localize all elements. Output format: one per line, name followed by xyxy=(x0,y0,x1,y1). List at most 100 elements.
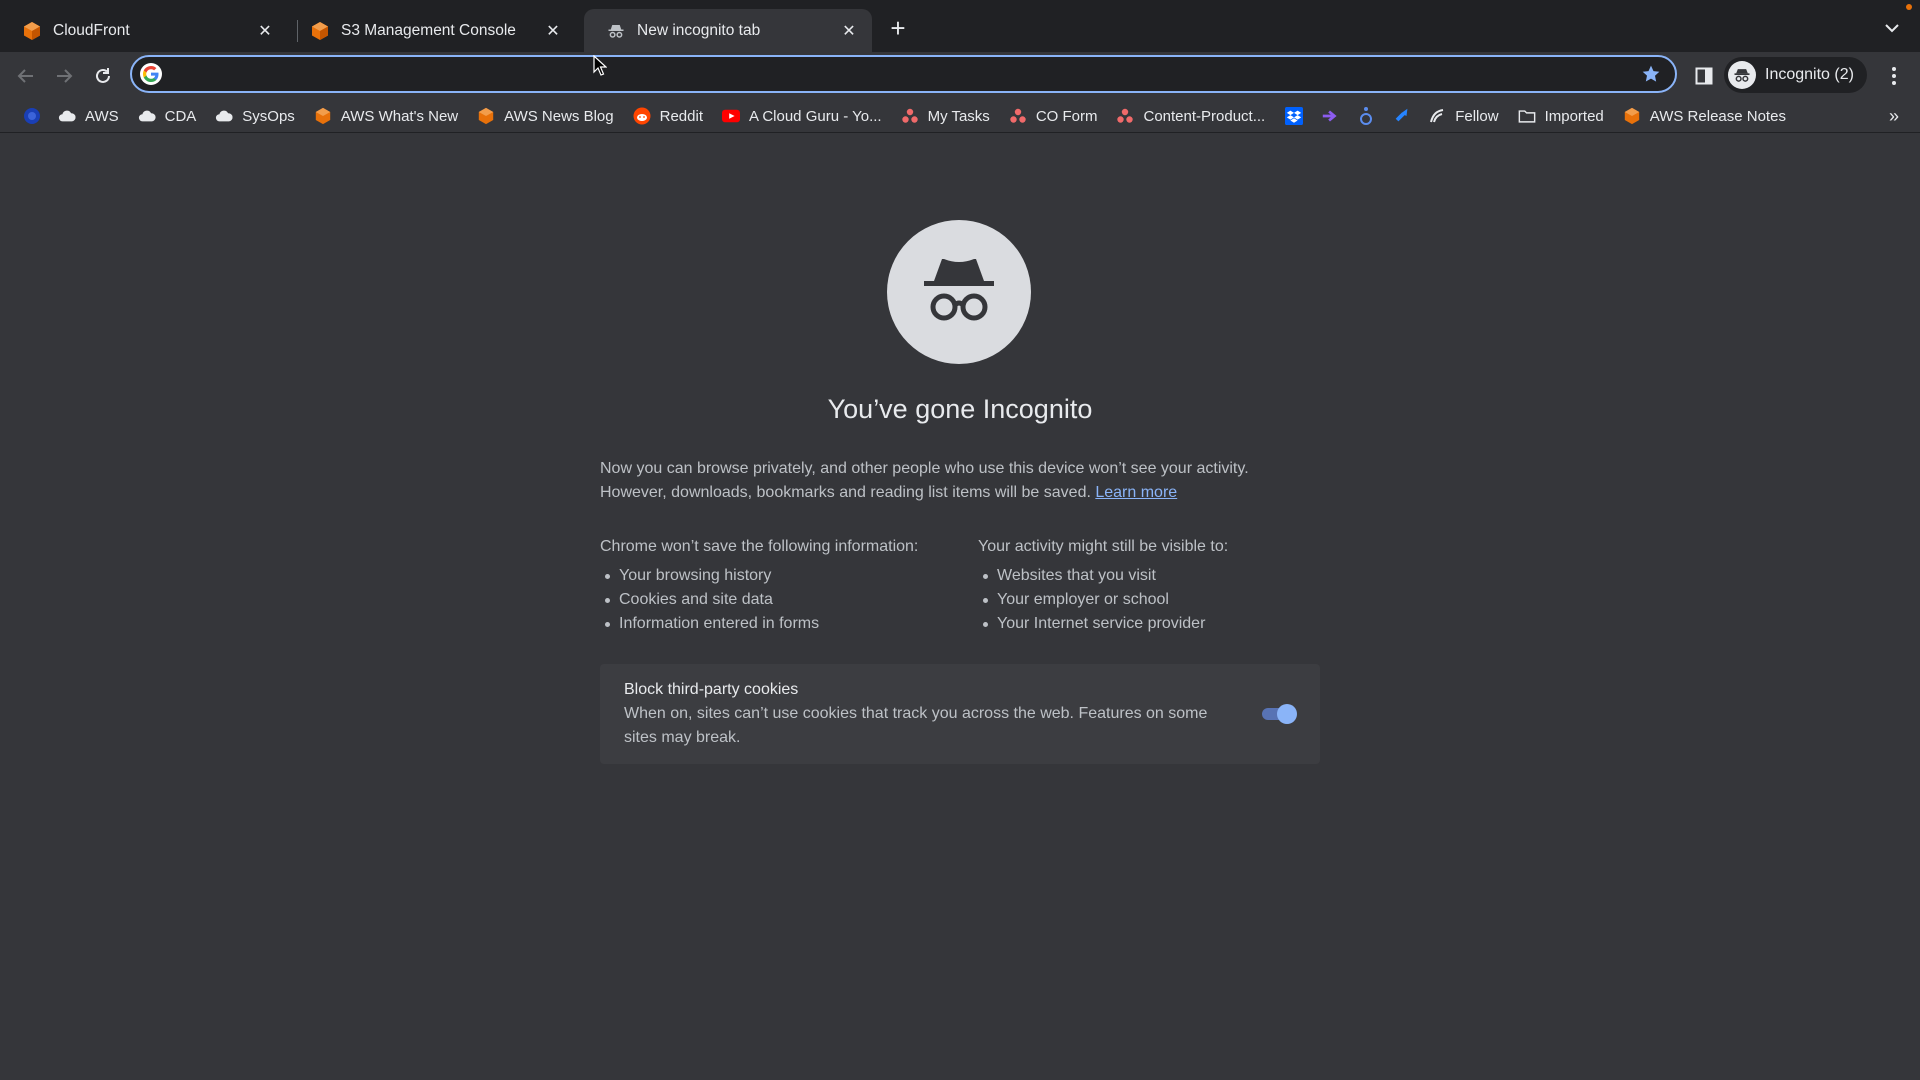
incognito-logo-icon xyxy=(887,220,1031,364)
blue-circle-icon xyxy=(23,107,41,125)
not-saved-list: Your browsing history Cookies and site d… xyxy=(600,564,970,636)
list-item: Your Internet service provider xyxy=(978,612,1348,636)
close-tab-icon[interactable]: ✕ xyxy=(256,22,274,40)
mouse-cursor-icon xyxy=(593,55,607,76)
jira-icon xyxy=(1393,107,1411,125)
bookmark-label: Imported xyxy=(1544,107,1604,125)
bookmark-my-tasks[interactable]: My Tasks xyxy=(895,102,997,130)
bookmark-cda[interactable]: CDA xyxy=(132,102,204,130)
bookmark-aws-release-notes[interactable]: AWS Release Notes xyxy=(1617,102,1793,130)
bookmark-jira[interactable] xyxy=(1386,102,1418,130)
bookmark-reddit[interactable]: Reddit xyxy=(627,102,710,130)
reddit-icon xyxy=(633,107,651,125)
purple-arrow-icon xyxy=(1321,107,1339,125)
bookmark-dropbox[interactable] xyxy=(1278,102,1310,130)
aws-cube-icon xyxy=(310,21,330,41)
block-cookies-toggle[interactable] xyxy=(1260,704,1297,724)
aws-cube-icon xyxy=(477,107,495,125)
bookmarks-overflow-chevron-icon[interactable]: » xyxy=(1880,102,1908,130)
bookmark-blue-circle[interactable] xyxy=(16,102,48,130)
bookmark-aws-news-blog[interactable]: AWS News Blog xyxy=(471,102,620,130)
toggle-knob xyxy=(1277,704,1297,724)
tab-new-incognito[interactable]: New incognito tab ✕ xyxy=(584,9,872,52)
youtube-icon xyxy=(721,107,740,125)
back-arrow-icon xyxy=(17,69,33,83)
bookmark-star-icon[interactable] xyxy=(1637,60,1665,88)
cloud-icon xyxy=(138,107,156,125)
bookmark-label: AWS News Blog xyxy=(504,107,614,125)
list-item: Your browsing history xyxy=(600,564,970,588)
list-item: Cookies and site data xyxy=(600,588,970,612)
back-button[interactable] xyxy=(12,62,40,90)
asana-icon xyxy=(901,107,919,125)
aws-cube-icon xyxy=(314,107,332,125)
bookmark-co-form[interactable]: CO Form xyxy=(1003,102,1105,130)
aws-cube-icon xyxy=(22,21,42,41)
bookmark-a-cloud-guru[interactable]: A Cloud Guru - Yo... xyxy=(716,102,889,130)
new-tab-button[interactable]: + xyxy=(884,13,912,43)
reload-button[interactable] xyxy=(89,62,117,90)
list-item: Websites that you visit xyxy=(978,564,1348,588)
bookmark-fellow[interactable]: Fellow xyxy=(1422,102,1505,130)
side-panel-button[interactable] xyxy=(1690,62,1718,90)
cookie-card-title: Block third-party cookies xyxy=(624,681,799,698)
address-input[interactable] xyxy=(162,57,1637,91)
cloud-icon xyxy=(58,107,76,125)
incognito-profile-chip[interactable]: Incognito (2) xyxy=(1724,57,1867,93)
tab-cloudfront[interactable]: CloudFront ✕ xyxy=(0,9,288,52)
dropbox-icon xyxy=(1285,107,1304,125)
google-g-icon xyxy=(140,63,162,85)
bookmark-label: A Cloud Guru - Yo... xyxy=(748,107,882,125)
fellow-icon xyxy=(1428,107,1446,125)
recording-indicator xyxy=(1906,4,1912,10)
more-vertical-icon xyxy=(1892,67,1896,85)
tab-strip: CloudFront ✕ S3 Management Console ✕ New… xyxy=(0,0,1920,52)
forward-button[interactable] xyxy=(50,62,78,90)
asana-icon xyxy=(1009,107,1027,125)
learn-more-link[interactable]: Learn more xyxy=(1095,484,1177,501)
not-saved-section: Chrome won’t save the following informat… xyxy=(600,535,970,636)
intro-text: Now you can browse privately, and other … xyxy=(600,457,1320,505)
still-visible-title: Your activity might still be visible to: xyxy=(978,538,1229,555)
incognito-page: You’ve gone Incognito Now you can browse… xyxy=(0,134,1920,1080)
bookmark-label: Fellow xyxy=(1455,107,1499,125)
close-tab-icon[interactable]: ✕ xyxy=(840,22,858,40)
asana-icon xyxy=(1116,107,1134,125)
third-party-cookies-card: Block third-party cookies When on, sites… xyxy=(600,664,1320,764)
folder-icon xyxy=(1518,107,1536,125)
bookmark-label: My Tasks xyxy=(927,107,990,125)
reload-icon xyxy=(96,68,110,83)
close-tab-icon[interactable]: ✕ xyxy=(544,22,562,40)
bookmark-label: AWS Release Notes xyxy=(1649,107,1786,125)
cookie-card-description: When on, sites can’t use cookies that tr… xyxy=(624,705,1208,746)
accessibility-icon xyxy=(1357,107,1375,125)
bookmark-label: CDA xyxy=(164,107,197,125)
list-item: Information entered in forms xyxy=(600,612,970,636)
intro-line-1: Now you can browse privately, and other … xyxy=(600,460,1249,477)
bookmark-aws[interactable]: AWS xyxy=(52,102,126,130)
bookmarks-bar: AWS CDA SysOps AWS What's New AWS News B… xyxy=(0,100,1920,133)
bookmark-folder-imported[interactable]: Imported xyxy=(1512,102,1611,130)
chrome-menu-button[interactable] xyxy=(1880,62,1908,90)
tab-search-chevron-icon[interactable] xyxy=(1880,16,1904,40)
toolbar: Incognito (2) xyxy=(0,52,1920,100)
bookmark-label: AWS What's New xyxy=(340,107,459,125)
tab-title: CloudFront xyxy=(53,21,130,39)
tab-s3-management-console[interactable]: S3 Management Console ✕ xyxy=(288,9,576,52)
side-panel-icon xyxy=(1695,67,1713,85)
bookmark-content-product[interactable]: Content-Product... xyxy=(1110,102,1272,130)
cloud-icon xyxy=(215,107,233,125)
incognito-icon xyxy=(606,21,626,41)
bookmark-purple-arrow[interactable] xyxy=(1314,102,1346,130)
bookmark-aws-whats-new[interactable]: AWS What's New xyxy=(308,102,465,130)
bookmark-label: CO Form xyxy=(1035,107,1098,125)
forward-arrow-icon xyxy=(57,69,73,83)
not-saved-title: Chrome won’t save the following informat… xyxy=(600,538,919,555)
bookmark-accessibility[interactable] xyxy=(1350,102,1382,130)
aws-cube-icon xyxy=(1623,107,1641,125)
bookmark-sysops[interactable]: SysOps xyxy=(209,102,302,130)
tab-title: S3 Management Console xyxy=(341,21,516,39)
omnibox[interactable] xyxy=(130,55,1677,93)
intro-line-2: However, downloads, bookmarks and readin… xyxy=(600,484,1091,501)
bookmark-label: AWS xyxy=(85,107,119,125)
